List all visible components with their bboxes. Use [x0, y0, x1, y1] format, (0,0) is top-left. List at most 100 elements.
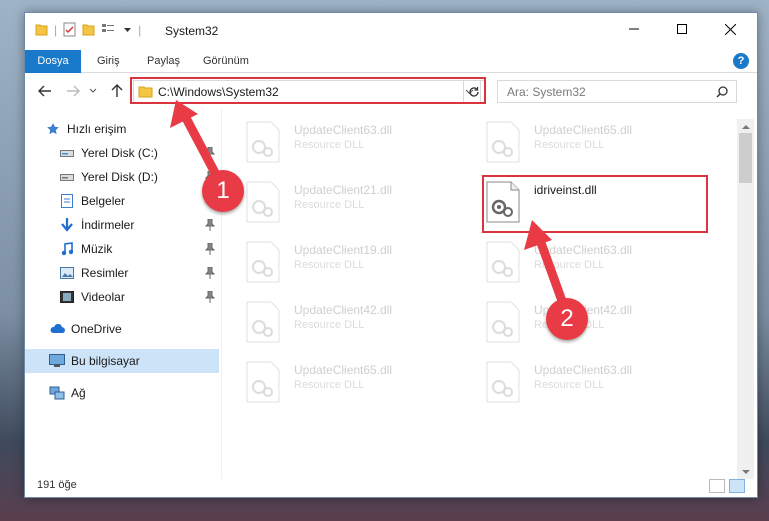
arrow-left-icon — [38, 85, 51, 97]
video-icon — [59, 289, 75, 305]
forward-button[interactable] — [63, 81, 83, 101]
cloud-icon — [49, 321, 65, 337]
dll-file-icon — [486, 121, 520, 163]
computer-icon — [49, 353, 65, 369]
nav-documents[interactable]: Belgeler — [25, 189, 219, 213]
chevron-up-icon — [741, 124, 750, 129]
nav-label: Yerel Disk (C:) — [81, 146, 158, 160]
pin-icon — [205, 291, 215, 303]
chevron-down-icon — [89, 88, 97, 93]
tab-home[interactable]: Giriş — [85, 50, 132, 73]
nav-label: Ağ — [71, 386, 86, 400]
arrow-up-icon — [111, 84, 123, 97]
pictures-icon — [59, 265, 75, 281]
documents-icon — [59, 193, 75, 209]
file-name: UpdateClient19.dll — [294, 243, 393, 257]
details-view-button[interactable] — [709, 479, 725, 493]
file-name: UpdateClient65.dll — [534, 123, 633, 137]
toolbar-separator: | — [54, 22, 58, 37]
address-highlight-box — [130, 77, 486, 104]
nav-pictures[interactable]: Resimler — [25, 261, 219, 285]
file-tile[interactable]: UpdateClient63.dll Resource DLL — [462, 357, 702, 409]
file-tile[interactable]: UpdateClient19.dll Resource DLL — [222, 237, 462, 289]
file-highlight-box — [482, 175, 708, 233]
maximize-icon — [677, 24, 687, 34]
file-description: Resource DLL — [294, 139, 365, 151]
nav-this-pc[interactable]: Bu bilgisayar — [25, 349, 219, 373]
title-bar: | | System32 — [25, 13, 757, 47]
dll-file-icon — [246, 361, 280, 403]
tab-view[interactable]: Görünüm — [191, 50, 261, 73]
item-count: 191 öğe — [37, 479, 77, 491]
nav-music[interactable]: Müzik — [25, 237, 219, 261]
file-description: Resource DLL — [534, 139, 605, 151]
file-description: Resource DLL — [294, 379, 365, 391]
new-folder-icon[interactable] — [82, 22, 95, 37]
pin-icon — [205, 147, 215, 159]
file-name: UpdateClient21.dll — [294, 183, 393, 197]
nav-local-disk-d[interactable]: Yerel Disk (D:) — [25, 165, 219, 189]
nav-network[interactable]: Ağ — [25, 381, 219, 405]
help-button[interactable]: ? — [733, 53, 749, 69]
nav-local-disk-c[interactable]: Yerel Disk (C:) — [25, 141, 219, 165]
nav-label: OneDrive — [71, 322, 122, 336]
properties-icon[interactable] — [63, 22, 76, 37]
nav-label: İndirmeler — [81, 218, 135, 232]
chevron-down-icon[interactable] — [123, 27, 132, 33]
file-description: Resource DLL — [294, 319, 365, 331]
file-tile[interactable]: UpdateClient63.dll Resource DLL — [462, 237, 702, 289]
recent-locations-button[interactable] — [87, 81, 99, 101]
drive-icon — [59, 169, 75, 185]
file-name: UpdateClient65.dll — [294, 363, 393, 377]
pin-icon — [205, 267, 215, 279]
file-tile[interactable]: UpdateClient65.dll Resource DLL — [222, 357, 462, 409]
up-button[interactable] — [107, 81, 127, 101]
folder-icon[interactable] — [35, 22, 48, 37]
dll-file-icon — [246, 301, 280, 343]
search-icon — [716, 86, 728, 98]
scroll-up-button[interactable] — [737, 119, 754, 133]
dll-file-icon — [486, 301, 520, 343]
file-tile[interactable]: UpdateClient65.dll Resource DLL — [462, 117, 702, 169]
view-options-icon[interactable] — [101, 22, 117, 37]
scroll-thumb[interactable] — [739, 133, 752, 183]
nav-label: Videolar — [81, 290, 125, 304]
minimize-button[interactable] — [611, 13, 657, 45]
minimize-icon — [629, 28, 639, 30]
file-description: Resource DLL — [534, 259, 605, 271]
navigation-pane: Hızlı erişim Yerel Disk (C:) Yerel Disk … — [25, 113, 219, 473]
callout-1: 1 — [202, 170, 244, 212]
pin-icon — [205, 219, 215, 231]
quick-access-toolbar: | | — [35, 22, 141, 37]
vertical-scrollbar[interactable] — [737, 119, 754, 479]
drive-icon — [59, 145, 75, 161]
close-icon — [724, 23, 736, 35]
music-icon — [59, 241, 75, 257]
nav-quick-access[interactable]: Hızlı erişim — [25, 117, 219, 141]
nav-label: Hızlı erişim — [67, 122, 127, 136]
pin-icon — [205, 243, 215, 255]
tiles-view-button[interactable] — [729, 479, 745, 493]
callout-2: 2 — [546, 298, 588, 340]
search-input[interactable]: Ara: System32 — [497, 80, 737, 103]
status-bar: 191 öğe — [25, 475, 757, 497]
close-button[interactable] — [707, 13, 753, 45]
file-tile[interactable]: UpdateClient42.dll Resource DLL — [222, 297, 462, 349]
tab-share[interactable]: Paylaş — [135, 50, 192, 73]
nav-label: Resimler — [81, 266, 129, 280]
dll-file-icon — [246, 181, 280, 223]
nav-downloads[interactable]: İndirmeler — [25, 213, 219, 237]
back-button[interactable] — [35, 81, 55, 101]
maximize-button[interactable] — [659, 13, 705, 45]
file-description: Resource DLL — [294, 199, 365, 211]
tab-file[interactable]: Dosya — [25, 50, 81, 73]
nav-label: Belgeler — [81, 194, 126, 208]
nav-onedrive[interactable]: OneDrive — [25, 317, 219, 341]
file-tile[interactable]: UpdateClient21.dll Resource DLL — [222, 177, 462, 229]
dll-file-icon — [246, 121, 280, 163]
file-name: UpdateClient63.dll — [294, 123, 393, 137]
file-name: UpdateClient63.dll — [534, 243, 633, 257]
nav-videos[interactable]: Videolar — [25, 285, 219, 309]
star-icon — [45, 121, 61, 137]
file-tile[interactable]: UpdateClient63.dll Resource DLL — [222, 117, 462, 169]
